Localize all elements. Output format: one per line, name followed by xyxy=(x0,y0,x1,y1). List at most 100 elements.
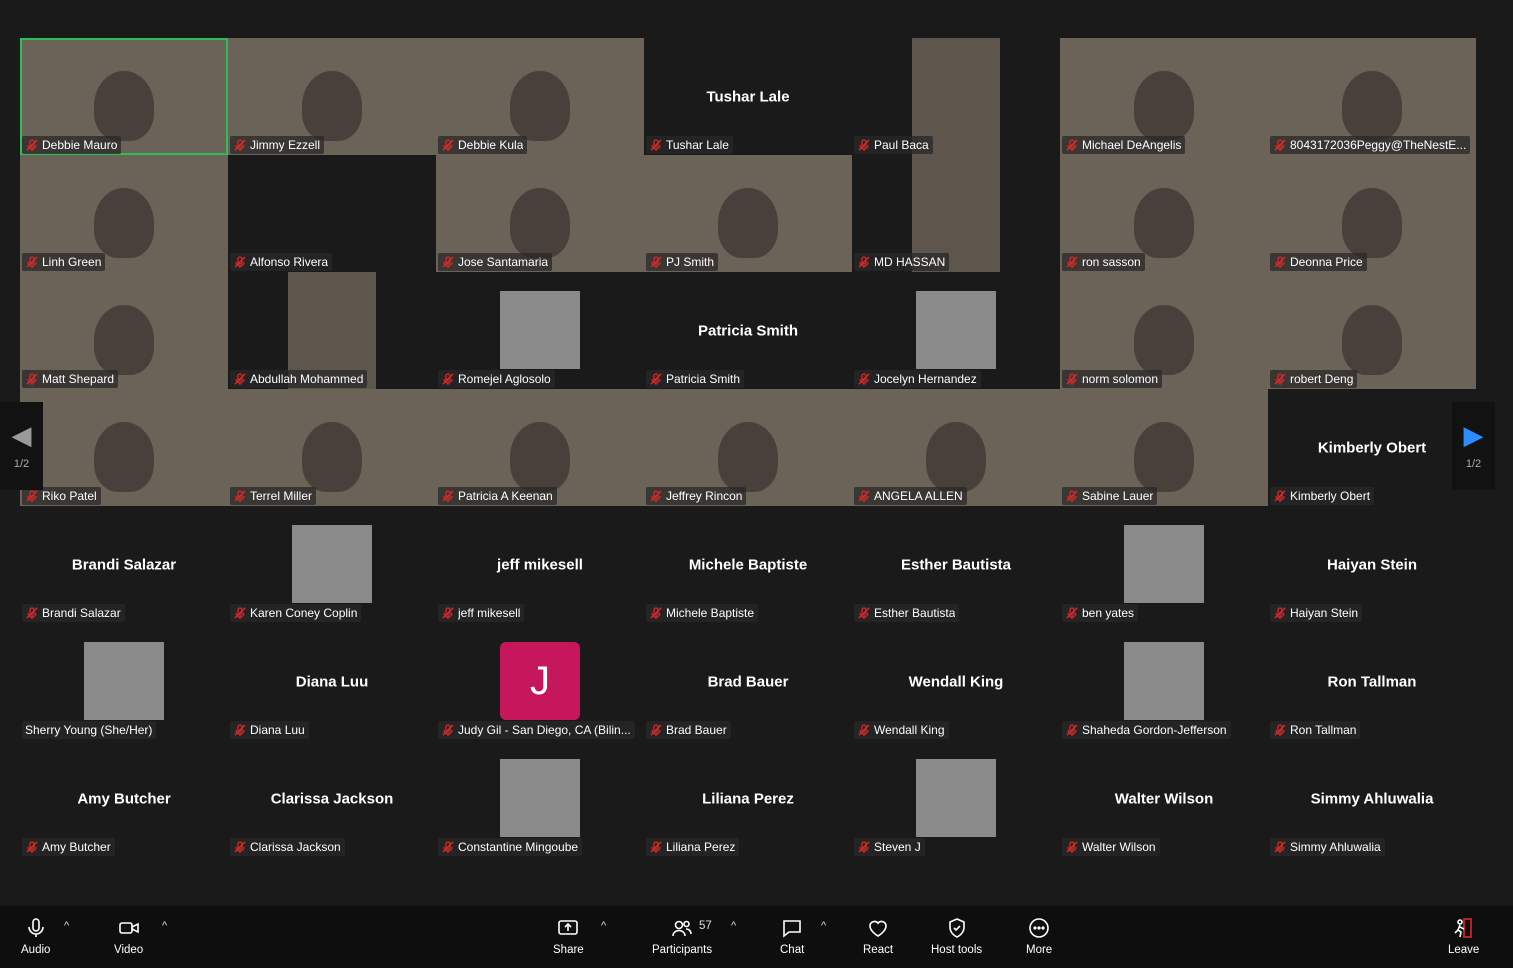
previous-page-button[interactable]: ◀ 1/2 xyxy=(0,402,43,490)
participant-name: Clarissa Jackson xyxy=(250,840,341,854)
mic-muted-icon xyxy=(442,139,454,151)
participant-tile[interactable]: ben yates xyxy=(1060,506,1268,623)
participant-tile[interactable]: Debbie Mauro xyxy=(20,38,228,155)
participant-tile[interactable]: Diana Luu Diana Luu xyxy=(228,623,436,740)
mic-muted-icon xyxy=(1066,373,1078,385)
participant-name-label: Esther Bautista xyxy=(854,604,960,622)
participant-tile[interactable]: Haiyan Stein Haiyan Stein xyxy=(1268,506,1476,623)
participant-name-label: Brandi Salazar xyxy=(22,604,125,622)
profile-picture xyxy=(84,642,164,720)
participant-name-label: Wendall King xyxy=(854,721,949,739)
participant-tile[interactable]: jeff mikesell jeff mikesell xyxy=(436,506,644,623)
host-tools-button[interactable]: Host tools xyxy=(931,916,982,956)
participant-tile[interactable]: Abdullah Mohammed xyxy=(228,272,436,389)
participant-tile[interactable]: Jose Santamaria xyxy=(436,155,644,272)
participant-tile[interactable]: Jocelyn Hernandez xyxy=(852,272,1060,389)
chat-button[interactable]: Chat xyxy=(780,916,804,956)
participant-tile[interactable]: ron sasson xyxy=(1060,155,1268,272)
participant-tile[interactable]: Karen Coney Coplin xyxy=(228,506,436,623)
participant-tile[interactable]: PJ Smith xyxy=(644,155,852,272)
video-options-chevron-icon[interactable]: ^ xyxy=(162,920,167,932)
share-options-chevron-icon[interactable]: ^ xyxy=(601,920,606,932)
mic-muted-icon xyxy=(442,724,454,736)
participants-options-chevron-icon[interactable]: ^ xyxy=(731,920,736,932)
participant-tile[interactable]: Paul Baca xyxy=(852,38,1060,155)
participant-tile[interactable]: Terrel Miller xyxy=(228,389,436,506)
chat-options-chevron-icon[interactable]: ^ xyxy=(821,920,826,932)
participant-tile[interactable]: Jimmy Ezzell xyxy=(228,38,436,155)
participant-tile[interactable]: Simmy Ahluwalia Simmy Ahluwalia xyxy=(1268,740,1476,857)
participant-tile[interactable]: J Judy Gil - San Diego, CA (Bilin... xyxy=(436,623,644,740)
mic-muted-icon xyxy=(858,607,870,619)
participant-tile[interactable]: Romejel Aglosolo xyxy=(436,272,644,389)
participant-tile[interactable]: Clarissa Jackson Clarissa Jackson xyxy=(228,740,436,857)
participant-tile[interactable]: Shaheda Gordon-Jefferson xyxy=(1060,623,1268,740)
participant-name: Abdullah Mohammed xyxy=(250,372,364,386)
participant-name: Paul Baca xyxy=(874,138,929,152)
participant-tile[interactable]: Ron Tallman Ron Tallman xyxy=(1268,623,1476,740)
participant-tile[interactable]: MD HASSAN xyxy=(852,155,1060,272)
participant-tile[interactable]: robert Deng xyxy=(1268,272,1476,389)
participant-tile[interactable]: Walter Wilson Walter Wilson xyxy=(1060,740,1268,857)
next-page-button[interactable]: ▶ 1/2 xyxy=(1452,402,1495,490)
share-button[interactable]: Share xyxy=(553,916,584,956)
participant-tile[interactable]: Patricia Smith Patricia Smith xyxy=(644,272,852,389)
participant-tile[interactable]: 8043172036Peggy@TheNestE... xyxy=(1268,38,1476,155)
participant-tile[interactable]: Amy Butcher Amy Butcher xyxy=(20,740,228,857)
participant-display-name: Wendall King xyxy=(908,673,1004,690)
participant-name: Haiyan Stein xyxy=(1290,606,1359,620)
participant-tile[interactable]: ANGELA ALLEN xyxy=(852,389,1060,506)
participant-name-label: Jimmy Ezzell xyxy=(230,136,325,154)
participant-name-label: jeff mikesell xyxy=(438,604,525,622)
participants-label: Participants xyxy=(652,944,713,956)
participant-name-label: Romejel Aglosolo xyxy=(438,370,555,388)
participant-name-label: Michele Baptiste xyxy=(646,604,759,622)
participant-tile[interactable]: norm solomon xyxy=(1060,272,1268,389)
participant-tile[interactable]: Brad Bauer Brad Bauer xyxy=(644,623,852,740)
audio-button[interactable]: Audio xyxy=(21,916,50,956)
participant-tile[interactable]: Liliana Perez Liliana Perez xyxy=(644,740,852,857)
participant-tile[interactable]: Constantine Mingoube xyxy=(436,740,644,857)
participant-display-name: Esther Bautista xyxy=(900,556,1012,573)
participant-name-label: ben yates xyxy=(1062,604,1139,622)
participant-tile[interactable]: Brandi Salazar Brandi Salazar xyxy=(20,506,228,623)
participant-tile[interactable]: Steven J xyxy=(852,740,1060,857)
more-label: More xyxy=(1026,944,1053,956)
participant-name-label: MD HASSAN xyxy=(854,253,950,271)
participant-tile[interactable]: Jeffrey Rincon xyxy=(644,389,852,506)
more-button[interactable]: More xyxy=(1026,916,1052,956)
mic-muted-icon xyxy=(650,373,662,385)
participant-tile[interactable]: Tushar Lale Tushar Lale xyxy=(644,38,852,155)
participant-tile[interactable]: Michele Baptiste Michele Baptiste xyxy=(644,506,852,623)
mic-muted-icon xyxy=(442,256,454,268)
participant-name: Sherry Young (She/Her) xyxy=(25,723,153,737)
participant-tile[interactable]: Deonna Price xyxy=(1268,155,1476,272)
participant-name-label: norm solomon xyxy=(1062,370,1163,388)
leave-button[interactable]: Leave xyxy=(1448,916,1479,956)
participant-name: Riko Patel xyxy=(42,489,97,503)
participant-tile[interactable]: Sherry Young (She/Her) xyxy=(20,623,228,740)
participant-tile[interactable]: Matt Shepard xyxy=(20,272,228,389)
participant-tile[interactable]: Alfonso Rivera xyxy=(228,155,436,272)
participant-tile[interactable]: Sabine Lauer xyxy=(1060,389,1268,506)
participant-tile[interactable]: Esther Bautista Esther Bautista xyxy=(852,506,1060,623)
camera-icon xyxy=(118,922,139,934)
participant-name-label: robert Deng xyxy=(1270,370,1358,388)
shield-icon xyxy=(948,918,965,938)
participant-display-name: Michele Baptiste xyxy=(688,556,808,573)
participant-tile[interactable]: Linh Green xyxy=(20,155,228,272)
participant-tile[interactable]: Michael DeAngelis xyxy=(1060,38,1268,155)
participant-tile[interactable]: Riko Patel xyxy=(20,389,228,506)
mic-muted-icon xyxy=(858,256,870,268)
participant-tile[interactable]: Wendall King Wendall King xyxy=(852,623,1060,740)
react-button[interactable]: React xyxy=(863,916,893,956)
participant-tile[interactable]: Patricia A Keenan xyxy=(436,389,644,506)
participant-name-label: PJ Smith xyxy=(646,253,719,271)
participant-video xyxy=(1342,304,1402,375)
heart-icon xyxy=(869,920,887,937)
audio-options-chevron-icon[interactable]: ^ xyxy=(64,920,69,932)
participant-tile[interactable]: Debbie Kula xyxy=(436,38,644,155)
participant-tile[interactable]: Kimberly Obert Kimberly Obert xyxy=(1268,389,1476,506)
video-button[interactable]: Video xyxy=(114,916,143,956)
participant-name-label: Shaheda Gordon-Jefferson xyxy=(1062,721,1231,739)
